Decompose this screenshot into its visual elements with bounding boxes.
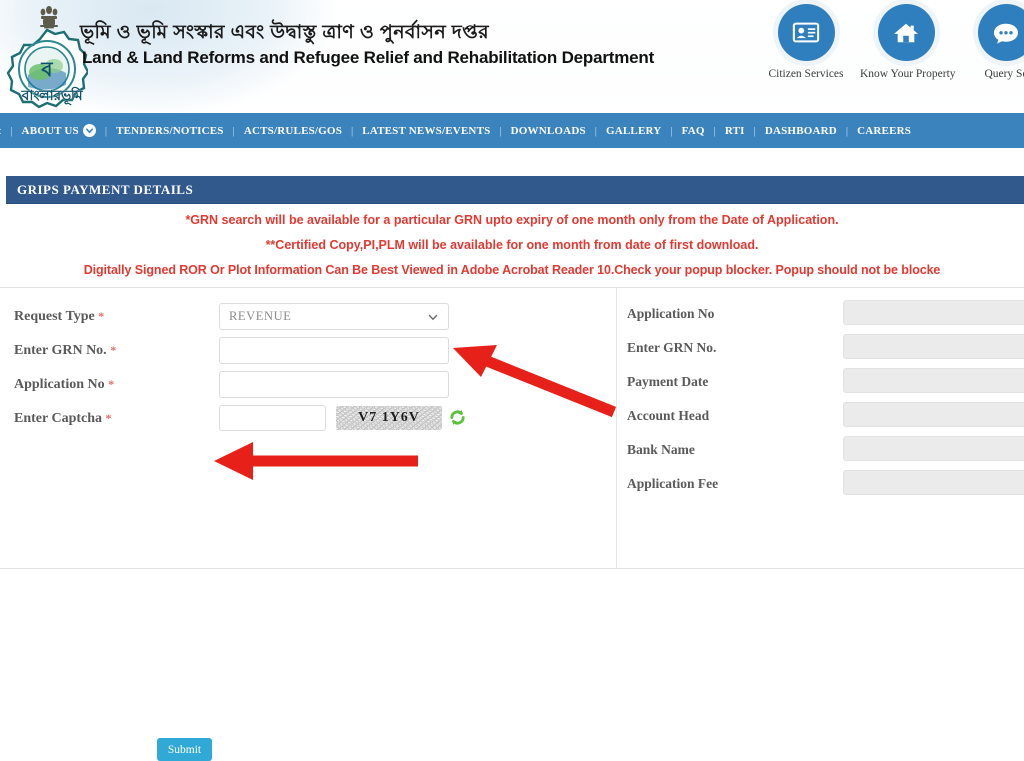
details-row-grn-no: Enter GRN No. — [627, 334, 1024, 364]
required-asterisk: * — [110, 343, 116, 357]
payment-date-readonly-field — [843, 368, 1024, 393]
label-text: Enter GRN No. — [14, 343, 107, 358]
site-title-bengali: ভূমি ও ভূমি সংস্কার এবং উদ্বাস্তু ত্রাণ … — [80, 18, 550, 50]
nav-scroll-left-icon[interactable]: ‹ — [0, 123, 1, 138]
nav-separator: | — [10, 125, 12, 137]
application-no-input[interactable] — [219, 371, 449, 398]
form-row-captcha: Enter Captcha * V7 1Y6V — [14, 405, 604, 435]
captcha-label: Enter Captcha * — [14, 411, 112, 427]
request-type-select[interactable]: REVENUE — [219, 303, 449, 330]
chevron-down-icon — [83, 124, 96, 137]
account-head-readonly-field — [843, 402, 1024, 427]
required-asterisk: * — [108, 377, 114, 391]
nav-item-gallery[interactable]: GALLERY — [606, 125, 661, 137]
nav-item-label: ABOUT US — [22, 125, 79, 137]
details-label: Bank Name — [627, 442, 695, 458]
svg-text:ব: ব — [40, 57, 53, 81]
payment-details-panel: Application No Enter GRN No. Payment Dat… — [616, 288, 1024, 568]
site-header: ব বাংলারভূমি ভূমি ও ভূমি সংস্কার এবং উদ্… — [0, 0, 1024, 113]
chevron-down-icon — [427, 311, 439, 323]
grn-no-input[interactable] — [219, 337, 449, 364]
nav-item-tenders-notices[interactable]: TENDERS/NOTICES — [116, 125, 224, 137]
form-row-request-type: Request Type * REVENUE — [14, 303, 604, 333]
captcha-input[interactable] — [219, 405, 326, 431]
nav-item-downloads[interactable]: DOWNLOADS — [511, 125, 586, 137]
nav-separator: | — [670, 125, 672, 137]
details-row-account-head: Account Head — [627, 402, 1024, 432]
request-type-value: REVENUE — [229, 309, 427, 324]
nav-item-rti[interactable]: RTI — [725, 125, 745, 137]
nav-item-faq[interactable]: FAQ — [682, 125, 705, 137]
nav-item-acts-rules-gos[interactable]: ACTS/RULES/GOS — [244, 125, 342, 137]
notice-line-3: Digitally Signed ROR Or Plot Information… — [0, 258, 1024, 283]
grn-no-label: Enter GRN No. * — [14, 343, 116, 359]
chat-bubble-icon — [978, 4, 1024, 61]
nav-separator: | — [754, 125, 756, 137]
required-asterisk: * — [106, 411, 112, 425]
home-icon — [878, 4, 935, 61]
nav-separator: | — [846, 125, 848, 137]
id-card-icon — [778, 4, 835, 61]
refresh-icon[interactable] — [448, 408, 467, 427]
page-title-bar: GRIPS PAYMENT DETAILS — [6, 176, 1024, 204]
nav-separator: | — [499, 125, 501, 137]
grn-no-readonly-field — [843, 334, 1024, 359]
details-row-application-no: Application No — [627, 300, 1024, 330]
site-title-english: Land & Land Reforms and Refugee Relief a… — [82, 48, 562, 68]
details-label: Enter GRN No. — [627, 340, 716, 356]
details-label: Account Head — [627, 408, 709, 424]
request-type-label: Request Type * — [14, 309, 104, 325]
notice-line-1: *GRN search will be available for a part… — [0, 208, 1024, 233]
details-row-application-fee: Application Fee — [627, 470, 1024, 500]
nav-item-about-us[interactable]: ABOUT US — [22, 124, 96, 137]
quicklink-citizen-services[interactable]: Citizen Services — [760, 4, 852, 80]
content-bottom-divider — [0, 568, 1024, 569]
details-row-payment-date: Payment Date — [627, 368, 1024, 398]
nav-separator: | — [351, 125, 353, 137]
form-row-application-no: Application No * — [14, 371, 604, 401]
quicklink-know-your-property[interactable]: Know Your Property — [860, 4, 952, 80]
form-row-grn-no: Enter GRN No. * — [14, 337, 604, 367]
quick-links: Citizen Services Know Your Property — [760, 4, 1024, 100]
page-title: GRIPS PAYMENT DETAILS — [6, 182, 193, 198]
nav-separator: | — [595, 125, 597, 137]
details-label: Payment Date — [627, 374, 708, 390]
notice-block: *GRN search will be available for a part… — [0, 208, 1024, 283]
nav-separator: | — [105, 125, 107, 137]
application-no-readonly-field — [843, 300, 1024, 325]
details-row-bank-name: Bank Name — [627, 436, 1024, 466]
logo-wordmark: বাংলারভূমি — [0, 84, 106, 108]
quicklink-label: Know Your Property — [860, 68, 952, 80]
label-text: Enter Captcha — [14, 411, 102, 426]
grips-search-form: Request Type * REVENUE Enter GRN No. * A… — [0, 288, 616, 568]
details-label: Application No — [627, 306, 714, 322]
quicklink-label: Query Se — [960, 68, 1024, 80]
nav-item-dashboard[interactable]: DASHBOARD — [765, 125, 837, 137]
nav-item-careers[interactable]: CAREERS — [857, 125, 911, 137]
captcha-text: V7 1Y6V — [358, 410, 420, 426]
main-navigation: ‹ | ABOUT US | TENDERS/NOTICES | ACTS/RU… — [0, 113, 1024, 148]
bank-name-readonly-field — [843, 436, 1024, 461]
captcha-image: V7 1Y6V — [336, 406, 442, 430]
application-fee-readonly-field — [843, 470, 1024, 495]
label-text: Request Type — [14, 309, 95, 324]
application-no-label: Application No * — [14, 377, 114, 393]
nav-separator: | — [714, 125, 716, 137]
nav-item-latest-news-events[interactable]: LATEST NEWS/EVENTS — [362, 125, 490, 137]
required-asterisk: * — [98, 309, 104, 323]
quicklink-label: Citizen Services — [760, 68, 852, 80]
quicklink-query-search[interactable]: Query Se — [960, 4, 1024, 80]
label-text: Application No — [14, 377, 105, 392]
details-label: Application Fee — [627, 476, 718, 492]
submit-button[interactable]: Submit — [157, 738, 212, 761]
nav-separator: | — [233, 125, 235, 137]
notice-line-2: **Certified Copy,PI,PLM will be availabl… — [0, 233, 1024, 258]
